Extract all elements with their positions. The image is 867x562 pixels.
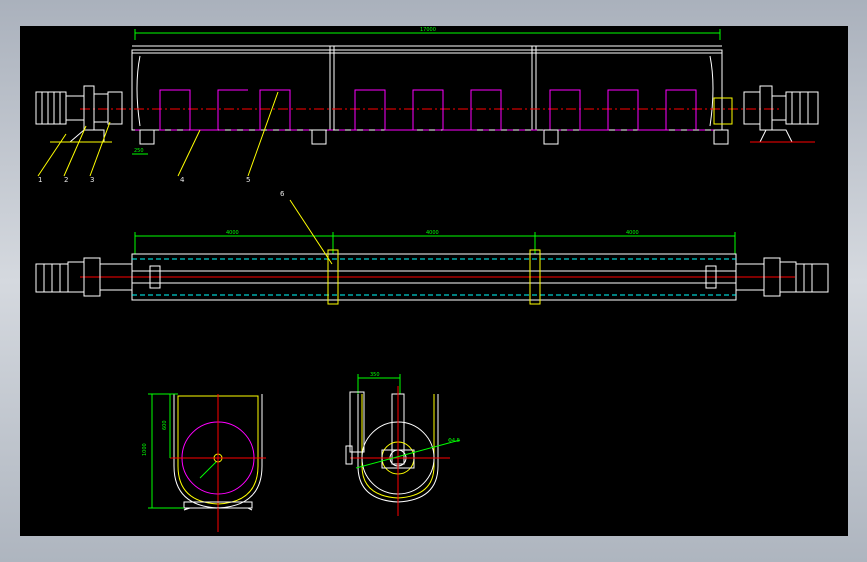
right-drive [713, 85, 819, 143]
small-dim-text: 250 [134, 148, 144, 154]
cad-drawing-canvas: 17000 250 1 2 3 4 5 4000 4000 4000 6 100… [20, 26, 848, 536]
part-label-5: 5 [246, 176, 250, 184]
part-label-4: 4 [180, 176, 185, 184]
section-left: 1000 600 [142, 393, 266, 532]
diameter-dim-line [355, 439, 461, 469]
segment-dim-3: 4000 [626, 230, 639, 236]
section-right: 350 Φ4.5 [345, 372, 461, 516]
cad-drawing: 17000 250 1 2 3 4 5 4000 4000 4000 6 100… [35, 27, 829, 532]
support-foot [311, 129, 327, 145]
overall-dim-text: 17000 [420, 27, 436, 33]
diameter-dim-text: Φ4.5 [448, 438, 460, 444]
part-leaders [37, 91, 279, 177]
middle-view: 4000 4000 4000 6 [35, 190, 829, 305]
support-foot [713, 129, 729, 145]
callout-label: 6 [280, 190, 285, 198]
width-dim-text: 350 [370, 372, 380, 378]
screw-flights [159, 89, 697, 131]
part-label-3: 3 [90, 176, 94, 184]
part-label-2: 2 [64, 176, 68, 184]
segment-dim-1: 4000 [226, 230, 239, 236]
support-foot [139, 129, 155, 145]
height-dim-text: 1000 [142, 443, 148, 456]
left-drive [35, 85, 123, 143]
top-view: 17000 250 1 2 3 4 5 [35, 27, 819, 184]
inner-dim-text: 600 [162, 420, 168, 430]
support-foot [543, 129, 559, 145]
part-label-1: 1 [38, 176, 42, 184]
segment-dim-2: 4000 [426, 230, 439, 236]
